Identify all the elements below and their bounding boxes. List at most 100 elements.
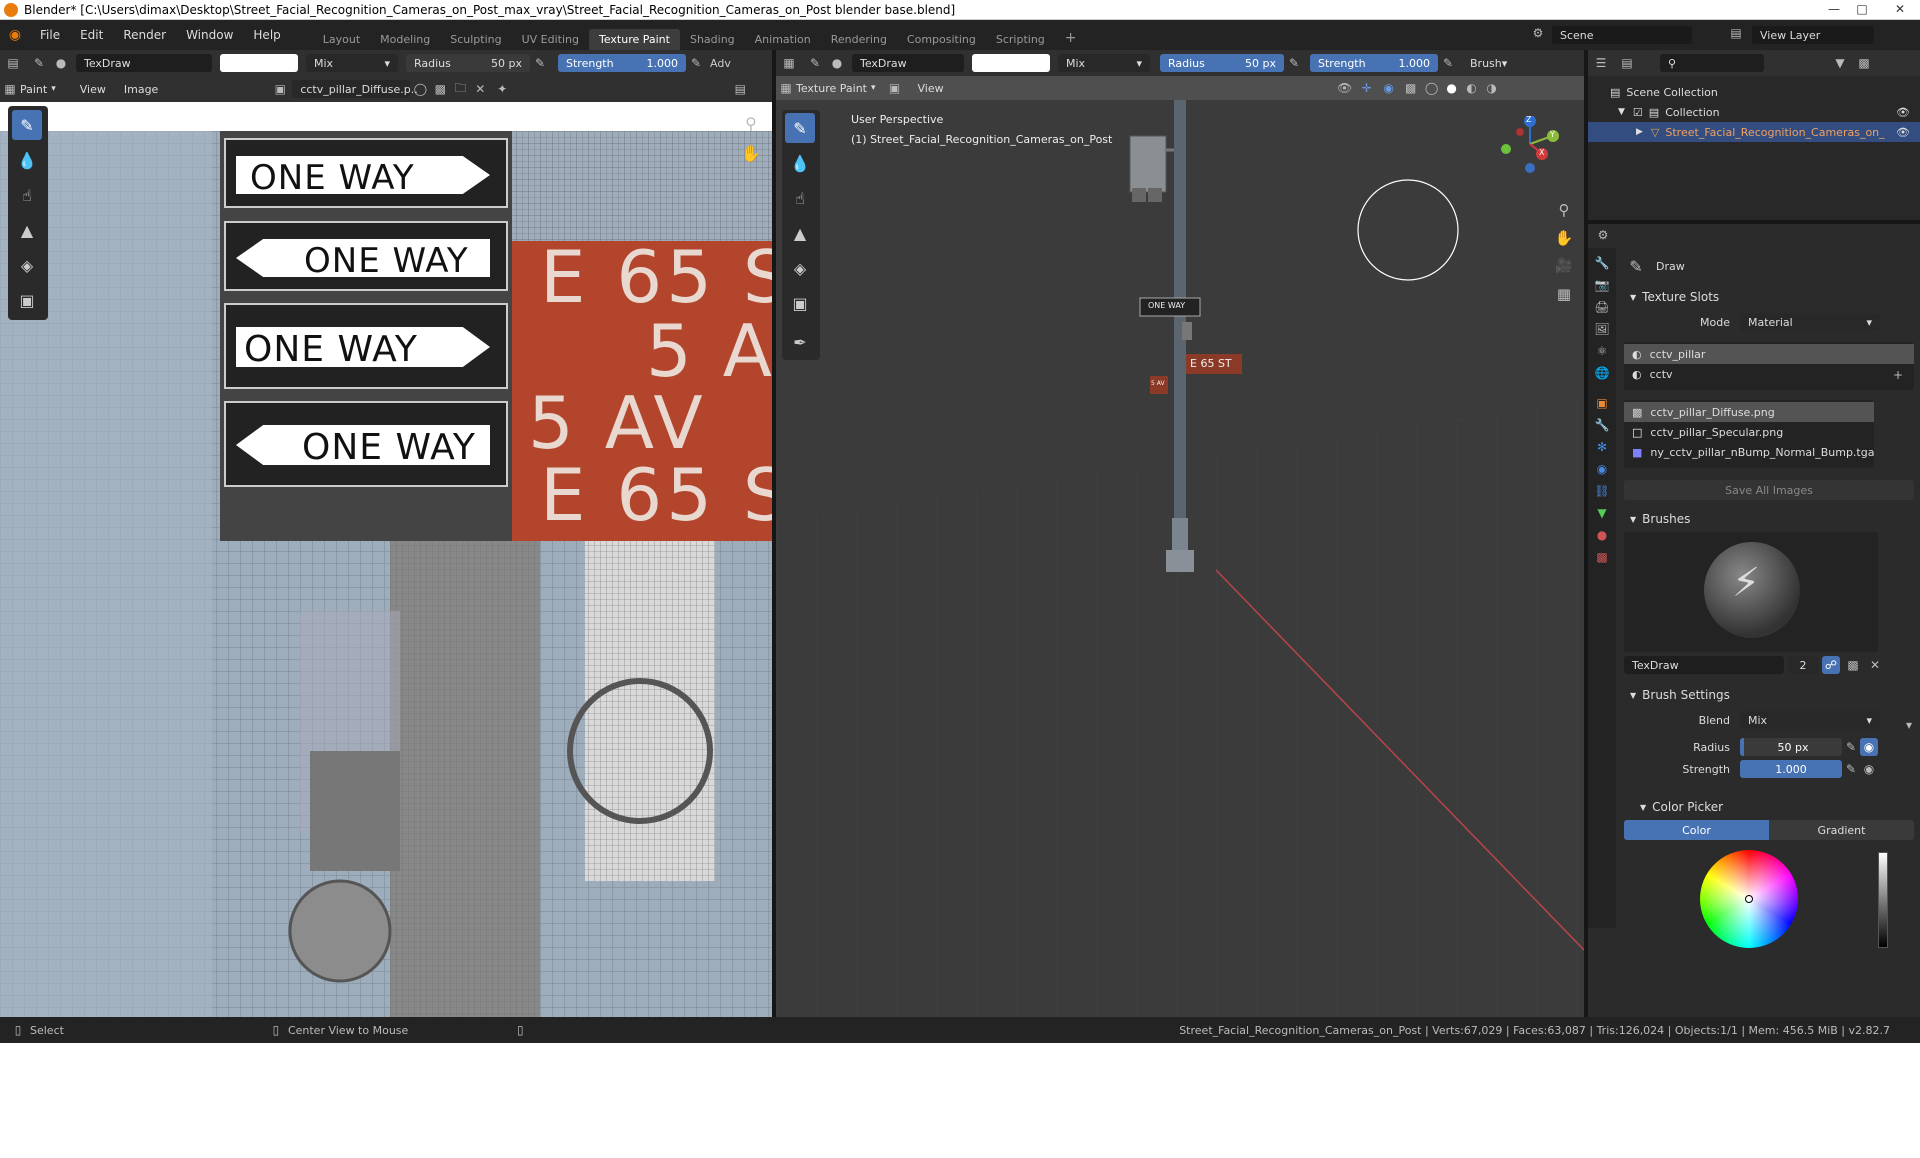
scene-icon[interactable]: ⚙ — [1528, 26, 1548, 40]
menu-view[interactable]: View — [918, 82, 944, 95]
tab-layout[interactable]: Layout — [313, 29, 370, 50]
radius-field[interactable]: Radius 50 px — [406, 54, 530, 72]
mask-toggle-icon[interactable]: ▣ — [884, 81, 906, 95]
menu-file[interactable]: File — [30, 28, 70, 42]
tab-modeling[interactable]: Modeling — [370, 29, 440, 50]
texture-slot-mode-dropdown[interactable]: Material ▾ — [1740, 313, 1880, 331]
pressure-strength-icon[interactable]: ✎ — [1438, 56, 1458, 70]
pressure-radius-icon[interactable]: ✎ — [1284, 56, 1304, 70]
pan-hand-icon[interactable]: ✋ — [1552, 226, 1576, 250]
modifier-tab-icon[interactable]: 🔧 — [1595, 418, 1610, 432]
brush-name-field[interactable]: TexDraw — [1624, 656, 1784, 674]
filter-icon[interactable]: ▼ — [1828, 56, 1852, 70]
editor-type-icon[interactable]: ⚙ — [1588, 228, 1618, 242]
tab-uv-editing[interactable]: UV Editing — [512, 29, 589, 50]
view-layer-selector[interactable]: View Layer — [1752, 26, 1874, 44]
expand-arrow-icon[interactable]: ▶ — [1636, 127, 1643, 137]
pan-hand-icon[interactable]: ✋ — [740, 142, 762, 164]
blend-mode-dropdown[interactable]: Mix ▾ — [1058, 54, 1150, 72]
overlay-toggle-icon[interactable]: ◉ — [1378, 81, 1400, 95]
brush-preview-box[interactable]: ⚡ — [1624, 532, 1878, 652]
chevron-down-icon[interactable]: ▾ — [1900, 718, 1918, 732]
constraints-tab-icon[interactable]: ⛓ — [1594, 484, 1609, 498]
outliner-row-scene-collection[interactable]: ▤ Scene Collection — [1588, 82, 1920, 102]
menu-help[interactable]: Help — [243, 28, 290, 42]
tab-color[interactable]: Color — [1624, 820, 1769, 840]
3d-viewport[interactable]: ONE WAY E 65 ST 5 AV User Perspective (1… — [776, 100, 1584, 1017]
strength-slider[interactable]: Strength 1.000 — [1310, 54, 1438, 72]
mask-tool-icon[interactable]: ▣ — [12, 285, 42, 315]
tab-animation[interactable]: Animation — [745, 29, 821, 50]
color-wheel-cursor[interactable] — [1745, 895, 1753, 903]
pressure-radius-icon[interactable]: ✎ — [1842, 740, 1860, 754]
tool-tab-icon[interactable]: 🔧 — [1595, 256, 1610, 270]
strength-slider[interactable]: 1.000 — [1740, 760, 1842, 778]
pressure-strength-icon[interactable]: ✎ — [686, 56, 706, 70]
smear-tool-icon[interactable]: ☝ — [12, 180, 42, 210]
brush-menu[interactable]: Brush ▾ — [1462, 54, 1512, 72]
list-item[interactable]: ■ ny_cctv_pillar_nBump_Normal_Bump.tga — [1624, 442, 1874, 462]
menu-image[interactable]: Image — [124, 83, 158, 96]
wireframe-shading-icon[interactable]: ◯ — [1422, 81, 1442, 95]
editor-type-icon[interactable]: ▦ — [776, 56, 802, 70]
pressure-strength-icon[interactable]: ✎ — [1842, 762, 1860, 776]
tab-compositing[interactable]: Compositing — [897, 29, 986, 50]
particles-tab-icon[interactable]: ✻ — [1597, 440, 1607, 454]
list-item[interactable]: ◐ cctv_pillar — [1624, 344, 1914, 364]
scene-tab-icon[interactable]: ⚛ — [1597, 344, 1608, 358]
minimize-icon[interactable]: — — [1820, 0, 1848, 18]
image-name-field[interactable]: cctv_pillar_Diffuse.p.. — [292, 80, 418, 98]
uv-texture-canvas[interactable]: ONE WAY ONE WAY ONE WAY ONE WAY E 65 ST … — [0, 131, 772, 1017]
fake-user-icon[interactable]: ◯ — [410, 82, 430, 96]
xray-toggle-icon[interactable]: ▩ — [1400, 81, 1422, 95]
color-picker-panel-header[interactable]: ▼ Color Picker — [1618, 794, 1920, 820]
save-all-images-button[interactable]: Save All Images — [1624, 480, 1914, 500]
add-workspace-icon[interactable]: + — [1055, 26, 1087, 50]
draw-tool-icon[interactable]: ✎ — [785, 113, 815, 143]
brush-color-swatch[interactable] — [220, 54, 298, 72]
outliner-row-collection[interactable]: ▼ ☑ ▤ Collection 👁 — [1588, 102, 1920, 122]
texture-tab-icon[interactable]: ▩ — [1596, 550, 1607, 564]
new-collection-icon[interactable]: ▩ — [1852, 56, 1876, 70]
draw-tool-icon[interactable]: ✎ — [12, 110, 42, 140]
camera-view-icon[interactable]: 🎥 — [1552, 254, 1576, 278]
brush-name-field[interactable]: TexDraw — [76, 54, 212, 72]
view-layer-icon[interactable]: ▤ — [1726, 26, 1746, 40]
list-item[interactable]: ▩ cctv_pillar_Diffuse.png — [1624, 402, 1874, 422]
pressure-radius-icon[interactable]: ✎ — [530, 56, 550, 70]
blend-dropdown[interactable]: Mix ▾ — [1740, 711, 1880, 729]
open-image-icon[interactable]: 🗀 — [450, 79, 470, 100]
tab-gradient[interactable]: Gradient — [1769, 820, 1914, 840]
display-channels-icon[interactable]: ▤ — [728, 82, 752, 96]
maximize-icon[interactable]: □ — [1848, 0, 1876, 18]
tab-scripting[interactable]: Scripting — [986, 29, 1055, 50]
blender-menu-icon[interactable]: ◉ — [0, 27, 30, 43]
scene-selector[interactable]: Scene — [1552, 26, 1692, 44]
tab-sculpting[interactable]: Sculpting — [440, 29, 511, 50]
tab-shading[interactable]: Shading — [680, 29, 745, 50]
brush-users-count[interactable]: 2 — [1788, 656, 1818, 674]
unlink-icon[interactable]: ✕ — [470, 82, 490, 96]
solid-shading-icon[interactable]: ● — [1442, 81, 1462, 95]
clone-tool-icon[interactable]: ▲ — [785, 218, 815, 248]
zoom-icon[interactable]: ⚲ — [740, 112, 762, 134]
checkbox-icon[interactable]: ☑ — [1633, 106, 1643, 119]
editor-type-icon[interactable]: ▤ — [0, 56, 26, 70]
gizmo-toggle-icon[interactable]: ✛ — [1356, 81, 1378, 95]
zoom-icon[interactable]: ⚲ — [1552, 198, 1576, 222]
tab-texture-paint[interactable]: Texture Paint — [588, 29, 680, 50]
menu-render[interactable]: Render — [113, 28, 176, 42]
material-shading-icon[interactable]: ◐ — [1462, 81, 1482, 95]
brush-color-swatch[interactable] — [972, 54, 1050, 72]
radius-field[interactable]: 50 px — [1740, 738, 1842, 756]
value-slider[interactable] — [1878, 852, 1888, 948]
new-image-icon[interactable]: ▩ — [430, 82, 450, 96]
visibility-icon[interactable]: 👁 — [1334, 81, 1356, 95]
editor-type-icon[interactable]: ☰ — [1588, 56, 1614, 70]
add-slot-icon[interactable]: + — [1888, 368, 1908, 382]
expand-arrow-icon[interactable]: ▼ — [1618, 107, 1625, 117]
outliner-row-object[interactable]: ▶ ▽ Street_Facial_Recognition_Cameras_on… — [1588, 122, 1920, 142]
object-tab-icon[interactable]: ▣ — [1596, 396, 1607, 410]
brushes-panel-header[interactable]: ▼ Brushes — [1618, 506, 1920, 532]
texture-paint-mode-dropdown[interactable]: Texture Paint — [796, 82, 867, 95]
